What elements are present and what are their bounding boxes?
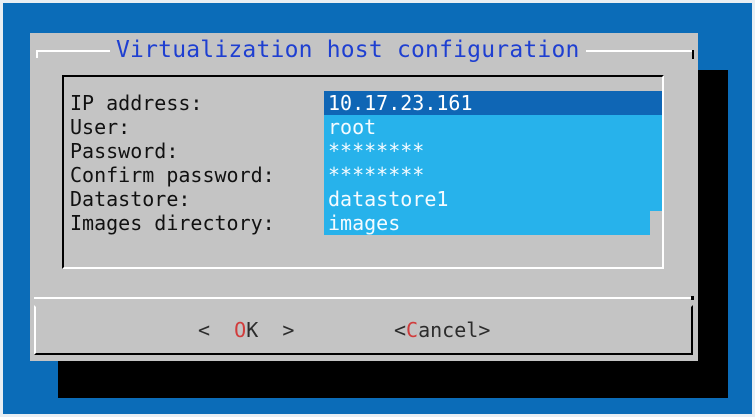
cancel-label-rest: ancel [418,318,479,342]
images-directory-input[interactable]: images [324,211,650,235]
ok-hotkey: O [234,318,247,342]
ok-right-bracket: > [282,318,295,342]
confirm-password-label: Confirm password: [70,163,275,187]
ok-left-bracket: < [198,318,211,342]
cancel-right-bracket: > [478,318,491,342]
ip-address-input[interactable]: 10.17.23.161 [324,91,662,115]
user-input[interactable]: root [324,115,662,139]
confirm-password-input[interactable]: ******** [324,163,662,187]
password-label: Password: [70,139,179,163]
ok-button[interactable]: < OK > [198,318,294,342]
dialog-title: Virtualization host configuration [110,37,586,63]
dialog-frame-corner [36,50,38,58]
config-dialog: Virtualization host configuration IP add… [30,33,698,361]
ip-address-label: IP address: [70,91,203,115]
dialog-frame-corner-right [692,50,694,59]
user-label: User: [70,115,131,139]
ok-label-rest: K [246,318,259,342]
separator-tick [691,296,694,300]
cancel-left-bracket: < [394,318,407,342]
button-area-frame [34,305,693,355]
button-separator [34,297,692,299]
datastore-label: Datastore: [70,187,191,211]
datastore-input[interactable]: datastore1 [324,187,662,211]
password-input[interactable]: ******** [324,139,662,163]
cancel-hotkey: C [406,318,419,342]
images-directory-label: Images directory: [70,211,275,235]
cancel-button[interactable]: <Cancel> [394,318,490,342]
